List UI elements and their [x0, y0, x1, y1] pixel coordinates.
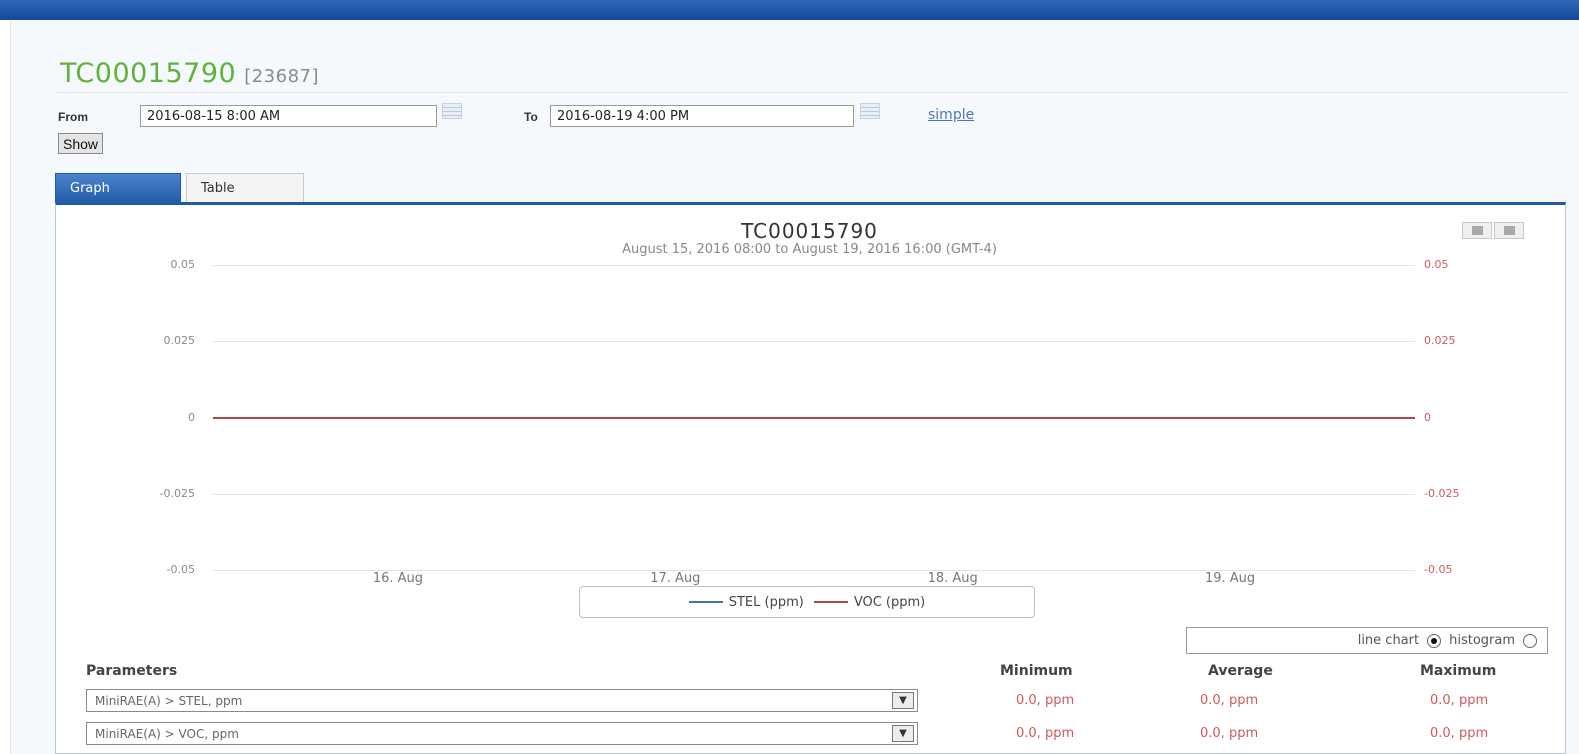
- grid-line: [213, 265, 1415, 266]
- from-label: From: [58, 110, 88, 124]
- voc-minimum: 0.0, ppm: [1016, 726, 1075, 741]
- y-left-tick-label: -0.025: [159, 486, 195, 500]
- to-date-input[interactable]: 2016-08-19 4:00 PM: [550, 105, 854, 127]
- from-date-input[interactable]: 2016-08-15 8:00 AM: [140, 105, 437, 127]
- legend-swatch-voc: [813, 601, 848, 603]
- voc-maximum: 0.0, ppm: [1430, 726, 1489, 741]
- line-chart-radio[interactable]: [1427, 633, 1442, 648]
- y-right-tick-label: 0.025: [1424, 334, 1456, 348]
- graph-panel: [55, 202, 1566, 754]
- chart-legend[interactable]: STEL (ppm) VOC (ppm): [579, 586, 1035, 618]
- voc-average: 0.0, ppm: [1200, 726, 1259, 741]
- grid-line: [213, 341, 1415, 343]
- tab-table[interactable]: Table: [186, 173, 304, 204]
- device-id: [23687]: [244, 66, 320, 87]
- y-right-tick-label: 0: [1424, 410, 1431, 424]
- parameter-value: MiniRAE(A) > STEL, ppm: [95, 694, 243, 708]
- download-button[interactable]: [1494, 222, 1524, 239]
- maximum-heading: Maximum: [1420, 663, 1497, 679]
- line-chart-label: line chart: [1357, 633, 1420, 648]
- chart-mode-selector: line chart histogram: [1186, 627, 1548, 654]
- tab-graph[interactable]: Graph: [55, 173, 181, 204]
- parameter-value: MiniRAE(A) > VOC, ppm: [95, 727, 239, 741]
- average-heading: Average: [1208, 663, 1273, 679]
- legend-swatch-stel: [688, 601, 723, 603]
- histogram-label: histogram: [1449, 633, 1515, 648]
- stel-minimum: 0.0, ppm: [1016, 693, 1075, 708]
- stel-maximum: 0.0, ppm: [1430, 693, 1489, 708]
- x-tick-label: 19. Aug: [1204, 571, 1256, 586]
- simple-mode-link[interactable]: simple: [928, 107, 974, 123]
- grid-line: [213, 493, 1415, 495]
- y-right-tick-label: -0.025: [1424, 486, 1460, 500]
- legend-item-stel[interactable]: STEL (ppm): [688, 594, 804, 610]
- print-button[interactable]: [1462, 222, 1492, 239]
- y-left-tick-label: 0.025: [163, 334, 196, 348]
- legend-label-voc: VOC (ppm): [853, 594, 926, 610]
- y-left-tick-label: -0.05: [166, 563, 195, 576]
- page-title: TC00015790 [23687]: [60, 58, 319, 89]
- chevron-down-icon[interactable]: ▼: [892, 692, 914, 709]
- minimum-heading: Minimum: [1000, 663, 1073, 679]
- parameters-heading: Parameters: [86, 663, 178, 679]
- to-label: To: [524, 110, 538, 124]
- x-tick-label: 16. Aug: [372, 571, 424, 586]
- series-line-voc: [213, 416, 1415, 419]
- calendar-icon[interactable]: [442, 103, 462, 119]
- device-name: TC00015790: [60, 58, 237, 89]
- x-tick-label: 18. Aug: [927, 571, 978, 586]
- histogram-radio[interactable]: [1523, 633, 1537, 648]
- y-right-tick-label: 0.05: [1424, 258, 1449, 271]
- calendar-icon[interactable]: [860, 103, 880, 119]
- show-button[interactable]: Show: [58, 133, 104, 154]
- download-icon: [1504, 226, 1515, 235]
- stel-average: 0.0, ppm: [1200, 693, 1259, 708]
- x-tick-label: 17. Aug: [650, 571, 701, 586]
- y-left-tick-label: 0: [188, 410, 195, 424]
- legend-item-voc[interactable]: VOC (ppm): [813, 594, 926, 610]
- parameter-select-stel[interactable]: MiniRAE(A) > STEL, ppm ▼: [86, 689, 918, 712]
- print-icon: [1472, 226, 1483, 235]
- title-divider: [56, 92, 1569, 93]
- y-right-tick-label: -0.05: [1424, 563, 1453, 576]
- chart-subtitle: August 15, 2016 08:00 to August 19, 2016…: [622, 242, 997, 257]
- parameter-select-voc[interactable]: MiniRAE(A) > VOC, ppm ▼: [86, 722, 918, 745]
- chevron-down-icon[interactable]: ▼: [892, 725, 914, 742]
- top-banner: [0, 0, 1579, 20]
- y-left-tick-label: 0.05: [170, 258, 196, 271]
- chart-title: TC00015790: [741, 219, 878, 243]
- legend-label-stel: STEL (ppm): [728, 594, 804, 610]
